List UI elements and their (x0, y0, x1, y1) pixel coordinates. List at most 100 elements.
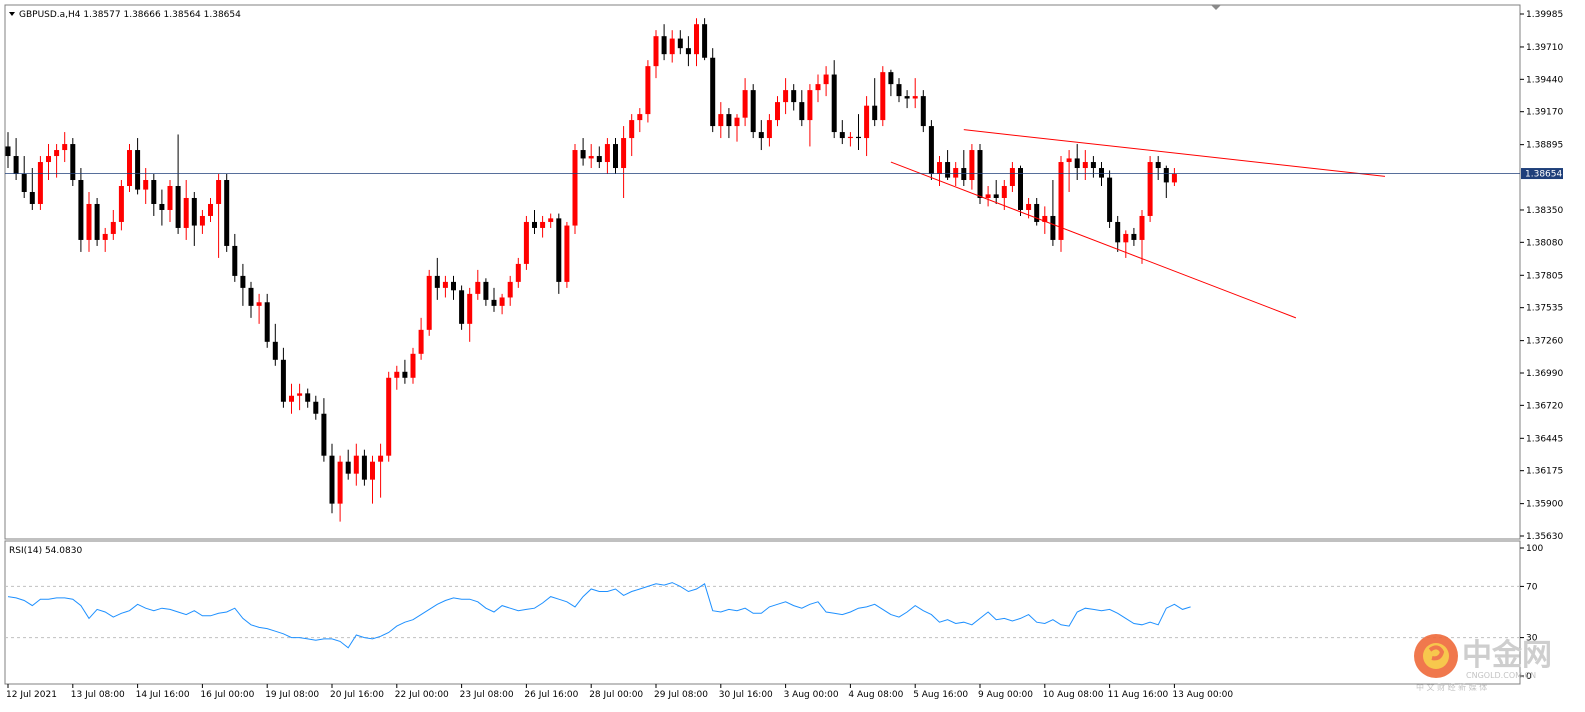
candle-body (872, 105, 878, 121)
price-tick-label: 1.39440 (1526, 75, 1563, 85)
candle-body (564, 225, 570, 282)
candle-body (710, 57, 716, 127)
time-tick-label: 28 Jul 00:00 (589, 690, 643, 700)
candle-body (694, 24, 699, 55)
candle-body (402, 371, 408, 378)
watermark-brand: 中金网 (1462, 638, 1552, 673)
candle-body (256, 302, 262, 306)
candle-body (361, 455, 367, 480)
candle-body (183, 197, 189, 228)
candle (645, 60, 651, 123)
candle-body (232, 245, 238, 276)
candle-body (969, 150, 975, 181)
time-tick-label: 13 Jul 08:00 (71, 690, 125, 700)
time-tick-label: 11 Aug 16:00 (1108, 690, 1169, 700)
rsi-header: RSI(14) 54.0830 (9, 546, 82, 556)
candle (1147, 156, 1153, 222)
candle-body (313, 401, 319, 414)
candle-body (451, 281, 456, 291)
candle-body (491, 299, 497, 306)
candle-body (596, 156, 602, 163)
candle-body (499, 297, 505, 306)
candle-body (70, 144, 76, 181)
candle-body (62, 144, 68, 151)
candle (224, 174, 230, 252)
time-tick-label: 10 Aug 08:00 (1043, 690, 1104, 700)
time-tick-label: 3 Aug 00:00 (784, 690, 839, 700)
price-tick-label: 1.36720 (1526, 401, 1563, 411)
candle-body (880, 72, 886, 121)
price-plot-area[interactable] (4, 4, 1521, 540)
candle-body (353, 455, 359, 474)
candle (386, 371, 392, 462)
candle-body (127, 150, 132, 187)
candle-body (985, 194, 991, 198)
candle-body (1147, 162, 1153, 216)
candle-body (305, 393, 311, 402)
candle-body (167, 186, 173, 210)
candle-body (831, 74, 837, 133)
candle-body (815, 84, 821, 91)
candle-body (1090, 162, 1096, 169)
candle (94, 197, 100, 246)
candle-body (191, 197, 197, 226)
candle-body (143, 180, 149, 190)
candle (37, 156, 43, 210)
rsi-tick-label: 100 (1526, 544, 1543, 554)
candle-body (669, 38, 675, 55)
candle-body (118, 186, 124, 222)
candle-body (475, 281, 481, 294)
main-price-pane: 1.39985 1.39710 1.39440 1.39170 1.38895 1.383… (4, 4, 1563, 542)
candle-body (726, 114, 732, 127)
candle-body (208, 203, 213, 216)
watermark-domain: CNGOLD.COM.CN (1466, 671, 1536, 680)
time-tick-label: 29 Jul 08:00 (654, 690, 708, 700)
time-tick-label: 23 Jul 08:00 (460, 690, 514, 700)
candle-body (912, 96, 918, 99)
price-tick-label: 1.37260 (1526, 337, 1563, 347)
candle-body (702, 24, 708, 58)
candle-body (993, 194, 999, 198)
candle-body (523, 221, 529, 264)
time-tick-label: 14 Jul 16:00 (136, 690, 190, 700)
candle-body (1163, 168, 1169, 183)
candle-body (410, 353, 416, 378)
candle-body (370, 461, 375, 480)
price-tick-label: 1.37535 (1526, 304, 1563, 314)
candle-body (1099, 168, 1104, 178)
candle-body (734, 117, 740, 127)
candle-body (864, 105, 870, 139)
watermark-subtitle: 中 文 财 经 新 媒 体 (1416, 682, 1487, 692)
candle (78, 168, 84, 252)
candle-body (572, 150, 578, 226)
rsi-tick-label: 70 (1526, 582, 1538, 592)
price-tick-label: 1.36445 (1526, 434, 1563, 444)
candle-body (272, 341, 278, 360)
candle-body (1050, 215, 1056, 240)
candle-body (102, 233, 108, 240)
candle-body (507, 281, 513, 298)
candle-body (653, 36, 659, 67)
candle-body (1074, 158, 1080, 169)
candle (523, 215, 529, 270)
candle-body (839, 132, 845, 139)
candle-body (86, 203, 92, 240)
candle-body (783, 90, 789, 103)
time-tick-label: 30 Jul 16:00 (719, 690, 773, 700)
candle-body (588, 156, 594, 159)
candle-body (434, 275, 440, 288)
current-price-marker: 1.38654 (1521, 168, 1563, 180)
candle-body (94, 203, 100, 240)
candle-body (556, 218, 562, 282)
candle-body (135, 150, 141, 190)
candle-body (21, 174, 27, 192)
price-tick-label: 1.39710 (1526, 43, 1563, 53)
price-tick-label: 1.35630 (1526, 532, 1563, 542)
candle (426, 269, 432, 336)
candle-body (418, 329, 424, 354)
price-tick-label: 1.36175 (1526, 467, 1563, 477)
candle-body (896, 84, 902, 97)
candle-body (1171, 174, 1177, 183)
candle-body (151, 180, 157, 204)
price-tick-label: 1.38895 (1526, 141, 1563, 151)
